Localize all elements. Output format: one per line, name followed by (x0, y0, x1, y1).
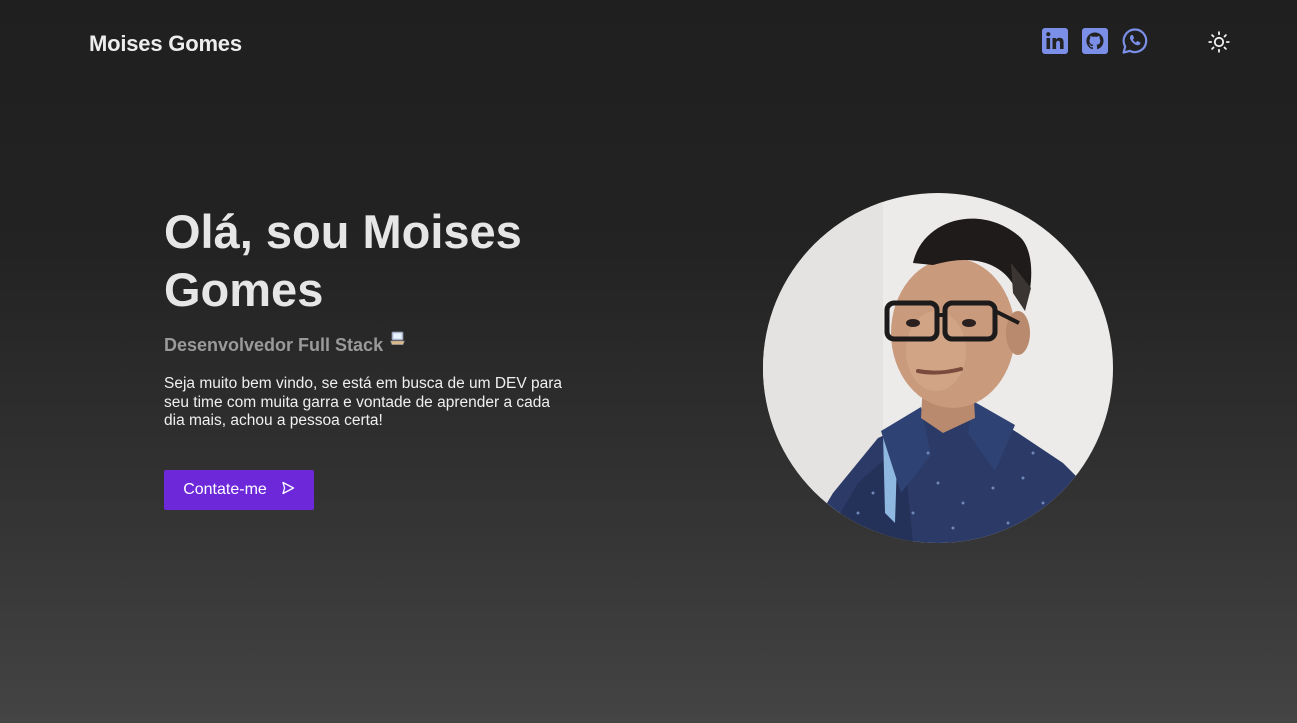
sun-icon (1207, 31, 1231, 58)
hero-description: Seja muito bem vindo, se está em busca d… (164, 375, 563, 429)
laptop-icon (390, 331, 406, 352)
linkedin-link[interactable] (1041, 27, 1069, 55)
profile-photo (763, 193, 1113, 543)
send-icon (281, 481, 295, 500)
subtitle-text: Desenvolvedor Full Stack (164, 335, 384, 355)
github-icon (1081, 27, 1109, 55)
contact-button[interactable]: Contate-me (164, 470, 314, 510)
brand-logo[interactable]: Moises Gomes (89, 31, 242, 57)
whatsapp-icon (1121, 27, 1149, 55)
hero-subtitle: Desenvolvedor Full Stack (164, 331, 406, 356)
contact-button-label: Contate-me (183, 481, 267, 498)
theme-toggle-button[interactable] (1207, 30, 1231, 54)
hero-title: Olá, sou Moises Gomes (164, 205, 522, 316)
linkedin-icon (1041, 27, 1069, 55)
site-header: Moises Gomes (0, 0, 1297, 90)
whatsapp-link[interactable] (1121, 27, 1149, 55)
github-link[interactable] (1081, 27, 1109, 55)
